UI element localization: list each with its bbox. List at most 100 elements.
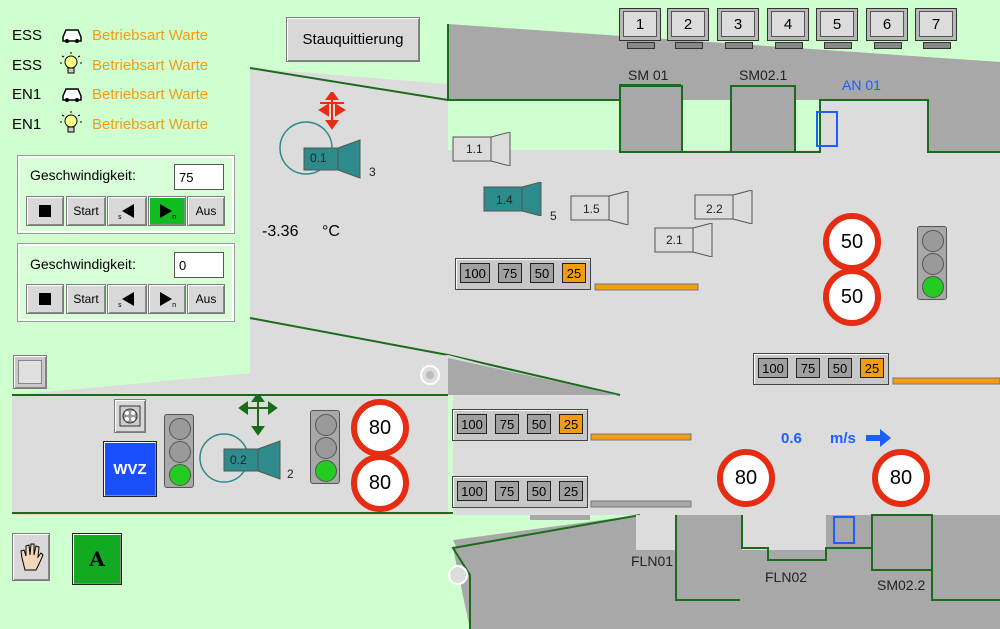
speed-limit-sign[interactable]: 80: [717, 449, 775, 507]
speed-option-75[interactable]: 75: [495, 481, 519, 501]
wvz-button[interactable]: WVZ: [103, 441, 157, 497]
lamp-green: [169, 464, 191, 486]
camera-14-label: 1.4: [496, 193, 513, 207]
speed-input-2[interactable]: 0: [174, 252, 224, 278]
marker-2: [448, 565, 468, 585]
camera-02-num: 2: [287, 467, 294, 481]
manual-mode-button[interactable]: [12, 533, 50, 581]
monitor-7-button[interactable]: 7: [915, 8, 957, 49]
speed-limit-sign[interactable]: 80: [351, 454, 409, 512]
speed-input-1[interactable]: 75: [174, 164, 224, 190]
camera-15[interactable]: [570, 191, 632, 225]
speed-option-50[interactable]: 50: [828, 358, 852, 378]
camera-14-num: 5: [550, 209, 557, 223]
monitor-4-button[interactable]: 4: [767, 8, 809, 49]
lower-wall-main: [676, 515, 1000, 605]
camera-01-label: 0.1: [310, 151, 327, 165]
camera-21[interactable]: [654, 223, 716, 257]
camera-22[interactable]: [694, 190, 756, 224]
camera-01-num: 3: [369, 165, 376, 179]
lamp-green: [922, 276, 944, 298]
hand-icon: [20, 543, 44, 571]
camera-11[interactable]: [452, 132, 514, 166]
car-icon: [62, 88, 82, 102]
status-code-3: EN1: [12, 86, 42, 103]
lane-bar-4: [590, 500, 692, 508]
stop-icon: [39, 205, 51, 217]
backward-button-1[interactable]: s: [107, 196, 147, 226]
camera-14[interactable]: [483, 182, 545, 216]
speed-option-100[interactable]: 100: [460, 263, 490, 283]
niche-fln02: [742, 515, 826, 550]
speed-option-100[interactable]: 100: [457, 414, 487, 434]
niche-sm021: [730, 85, 796, 153]
monitor-5-button[interactable]: 5: [816, 8, 858, 49]
monitor-number: 6: [870, 11, 904, 37]
area-sm022: SM02.2: [877, 577, 926, 593]
mode-a-button[interactable]: A: [72, 533, 122, 585]
speed-option-100[interactable]: 100: [457, 481, 487, 501]
start-button-1[interactable]: Start: [66, 196, 106, 226]
backward-button-2[interactable]: s: [107, 284, 147, 314]
status-text-3: Betriebsart Warte: [92, 86, 209, 103]
stop-button-2[interactable]: [26, 284, 64, 314]
stop-button-1[interactable]: [26, 196, 64, 226]
area-sm021: SM02.1: [739, 67, 788, 83]
monitor-number: 2: [671, 11, 705, 37]
speed-option-50[interactable]: 50: [527, 481, 551, 501]
square-toggle-button[interactable]: [13, 355, 47, 389]
lightbulb-icon: [60, 111, 82, 133]
forward-icon: n: [160, 204, 176, 220]
speed-option-75[interactable]: 75: [498, 263, 522, 283]
speed-limit-sign[interactable]: 50: [823, 213, 881, 271]
speed-option-100[interactable]: 100: [758, 358, 788, 378]
speed-option-75[interactable]: 75: [495, 414, 519, 434]
status-code-1: ESS: [12, 27, 43, 44]
lane-bar-1: [594, 283, 699, 291]
fan-icon-button[interactable]: [114, 399, 146, 433]
speed-option-75[interactable]: 75: [796, 358, 820, 378]
tunnel-control-screen: ESS ESS EN1 EN1 Betriebsart Warte Betrie…: [0, 0, 1000, 629]
speed-label-2: Geschwindigkeit:: [30, 256, 136, 272]
monitor-1-button[interactable]: 1: [619, 8, 661, 49]
speed-limit-sign[interactable]: 80: [351, 399, 409, 457]
lamp-off: [169, 418, 191, 440]
aus-button-1[interactable]: Aus: [187, 196, 225, 226]
start-button-2[interactable]: Start: [66, 284, 106, 314]
svg-text:n: n: [172, 213, 176, 220]
speed-selector-1[interactable]: 100 75 50 25: [455, 258, 591, 290]
speed-option-50[interactable]: 50: [527, 414, 551, 434]
area-fln02: FLN02: [765, 569, 808, 585]
traffic-light[interactable]: [164, 414, 194, 488]
speed-option-50[interactable]: 50: [530, 263, 554, 283]
speed-limit-sign[interactable]: 50: [823, 268, 881, 326]
monitor-number: 4: [771, 11, 805, 37]
area-fln01: FLN01: [631, 553, 674, 569]
traffic-light[interactable]: [310, 410, 340, 484]
speed-option-25[interactable]: 25: [562, 263, 586, 283]
lamp-off: [315, 414, 337, 436]
forward-button-1[interactable]: n: [148, 196, 186, 226]
monitor-2-button[interactable]: 2: [667, 8, 709, 49]
svg-text:n: n: [172, 301, 176, 308]
fan-icon: [119, 405, 141, 427]
airflow-value: 0.6: [781, 430, 802, 447]
monitor-number: 1: [623, 11, 657, 37]
speed-option-25[interactable]: 25: [559, 481, 583, 501]
airflow-unit: m/s: [830, 430, 856, 447]
svg-text:s: s: [118, 301, 122, 308]
move-arrows-icon: [238, 394, 278, 436]
speed-selector-4[interactable]: 100 75 50 25: [452, 476, 588, 508]
speed-option-25[interactable]: 25: [860, 358, 884, 378]
stauquittierung-button[interactable]: Stauquittierung: [286, 17, 420, 62]
speed-selector-2[interactable]: 100 75 50 25: [753, 353, 889, 385]
speed-selector-3[interactable]: 100 75 50 25: [452, 409, 588, 441]
speed-limit-sign[interactable]: 80: [872, 449, 930, 507]
speed-option-25[interactable]: 25: [559, 414, 583, 434]
forward-button-2[interactable]: n: [148, 284, 186, 314]
monitor-number: 5: [820, 11, 854, 37]
monitor-3-button[interactable]: 3: [717, 8, 759, 49]
traffic-light[interactable]: [917, 226, 947, 300]
monitor-6-button[interactable]: 6: [866, 8, 908, 49]
aus-button-2[interactable]: Aus: [187, 284, 225, 314]
